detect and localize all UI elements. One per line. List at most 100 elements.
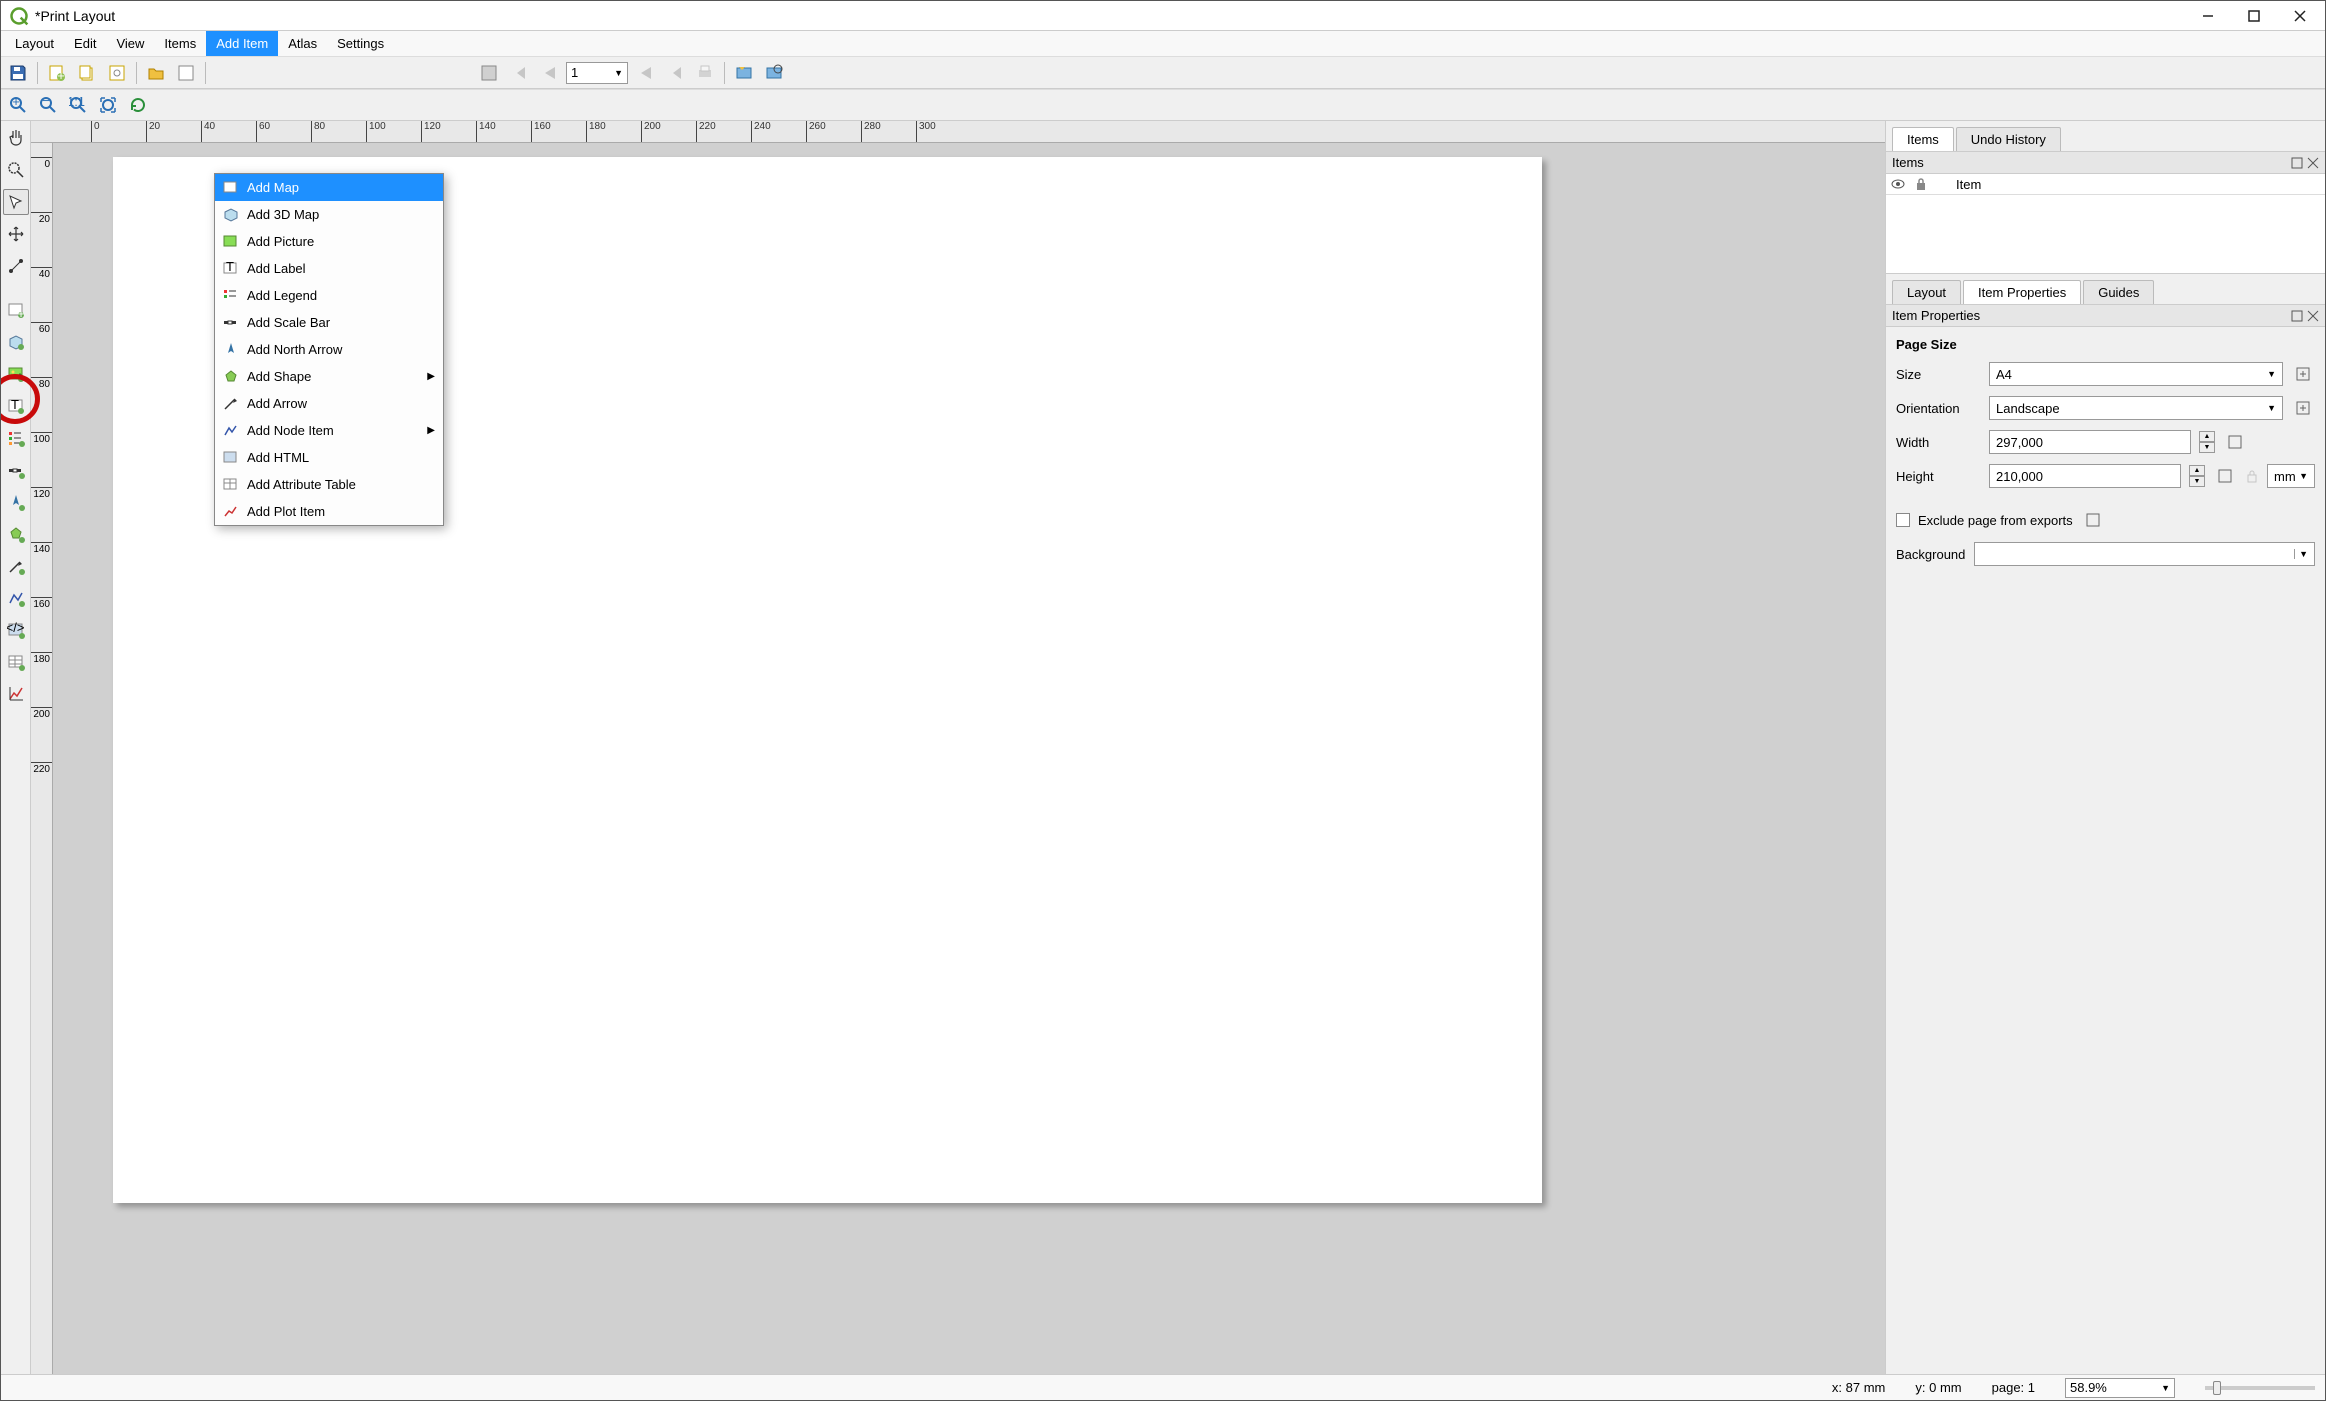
menu-add-shape[interactable]: Add Shape▶ (215, 363, 443, 390)
new-layout-button[interactable]: + (44, 60, 70, 86)
background-color-select[interactable]: ▼ (1974, 542, 2315, 566)
zoom-full-button[interactable] (95, 92, 121, 118)
add-north-arrow-tool[interactable] (3, 489, 29, 515)
orientation-select[interactable]: Landscape▼ (1989, 396, 2283, 420)
data-defined-orientation[interactable] (2291, 396, 2315, 420)
menu-add-3d-map[interactable]: Add 3D Map (215, 201, 443, 228)
add-scalebar-tool[interactable] (3, 457, 29, 483)
width-input[interactable] (1989, 430, 2191, 454)
first-feature-button[interactable] (506, 60, 532, 86)
menu-add-legend[interactable]: Add Legend (215, 282, 443, 309)
svg-text:+: + (12, 96, 20, 109)
refresh-button[interactable] (125, 92, 151, 118)
menu-layout[interactable]: Layout (5, 31, 64, 56)
layout-manager-button[interactable] (104, 60, 130, 86)
right-panel: Items Undo History Items Item Layout (1885, 121, 2325, 1374)
move-content-tool[interactable] (3, 221, 29, 247)
visibility-icon (1890, 176, 1906, 192)
maximize-button[interactable] (2231, 1, 2277, 31)
add-node-item-tool[interactable] (3, 585, 29, 611)
close-panel-icon[interactable] (2307, 310, 2319, 322)
tab-items[interactable]: Items (1892, 127, 1954, 151)
menu-add-picture[interactable]: Add Picture (215, 228, 443, 255)
open-button[interactable] (143, 60, 169, 86)
zoom-tool[interactable] (3, 157, 29, 183)
save-button[interactable] (5, 60, 31, 86)
save-as-template-button[interactable] (173, 60, 199, 86)
panel-controls-2[interactable] (2291, 310, 2319, 322)
undock-icon[interactable] (2291, 310, 2303, 322)
add-plot-tool[interactable] (3, 681, 29, 707)
menu-view[interactable]: View (106, 31, 154, 56)
zoom-out-button[interactable]: − (35, 92, 61, 118)
edit-nodes-tool[interactable] (3, 253, 29, 279)
pan-tool[interactable] (3, 125, 29, 151)
menu-items[interactable]: Items (154, 31, 206, 56)
atlas-page-combo[interactable]: 1▼ (566, 62, 628, 84)
menu-add-plot-item[interactable]: Add Plot Item (215, 498, 443, 525)
menu-add-attribute-table[interactable]: Add Attribute Table (215, 471, 443, 498)
atlas-settings-button[interactable] (731, 60, 757, 86)
undock-icon[interactable] (2291, 157, 2303, 169)
exclude-checkbox[interactable] (1896, 513, 1910, 527)
panel-controls[interactable] (2291, 157, 2319, 169)
menu-add-html[interactable]: Add HTML (215, 444, 443, 471)
last-feature-button[interactable] (662, 60, 688, 86)
lock-aspect-icon[interactable] (2245, 469, 2259, 483)
menu-add-arrow[interactable]: Add Arrow (215, 390, 443, 417)
menu-edit[interactable]: Edit (64, 31, 106, 56)
data-defined-size[interactable] (2291, 362, 2315, 386)
next-feature-button[interactable] (632, 60, 658, 86)
data-defined-width[interactable] (2223, 430, 2247, 454)
size-select[interactable]: A4▼ (1989, 362, 2283, 386)
data-defined-height[interactable] (2213, 464, 2237, 488)
unit-select[interactable]: mm▼ (2267, 464, 2315, 488)
zoom-in-button[interactable]: + (5, 92, 31, 118)
menu-add-node-item[interactable]: Add Node Item▶ (215, 417, 443, 444)
atlas-export-button[interactable] (761, 60, 787, 86)
menu-add-north-arrow[interactable]: Add North Arrow (215, 336, 443, 363)
items-panel-tabs: Items Undo History (1886, 127, 2325, 152)
prev-feature-button[interactable] (536, 60, 562, 86)
duplicate-layout-button[interactable] (74, 60, 100, 86)
menu-add-item[interactable]: Add Item (206, 31, 278, 56)
add-picture-tool[interactable] (3, 361, 29, 387)
tab-item-properties[interactable]: Item Properties (1963, 280, 2081, 304)
add-shape-tool[interactable] (3, 521, 29, 547)
add-table-tool[interactable] (3, 649, 29, 675)
select-tool[interactable] (3, 189, 29, 215)
menu-settings[interactable]: Settings (327, 31, 394, 56)
item-properties-body: Page Size Size A4▼ Orientation Landscape… (1886, 327, 2325, 1374)
ruler-vertical: 020406080100120140160180200220 (31, 143, 53, 1374)
zoom-combo[interactable]: 58.9%▼ (2065, 1378, 2175, 1398)
minimize-button[interactable] (2185, 1, 2231, 31)
close-button[interactable] (2277, 1, 2323, 31)
add-3dmap-tool[interactable] (3, 329, 29, 355)
atlas-preview-button[interactable] (476, 60, 502, 86)
add-item-dropdown: Add Map Add 3D Map Add Picture TAdd Labe… (214, 173, 444, 526)
add-label-tool[interactable]: T (3, 393, 29, 419)
close-panel-icon[interactable] (2307, 157, 2319, 169)
add-arrow-tool[interactable] (3, 553, 29, 579)
tab-layout[interactable]: Layout (1892, 280, 1961, 304)
zoom-slider[interactable] (2205, 1386, 2315, 1390)
zoom-actual-button[interactable]: 1:1 (65, 92, 91, 118)
add-legend-tool[interactable] (3, 425, 29, 451)
submenu-arrow-icon: ▶ (427, 371, 435, 382)
items-list[interactable]: Item (1886, 174, 2325, 274)
add-map-tool[interactable]: + (3, 297, 29, 323)
height-input[interactable] (1989, 464, 2181, 488)
north-arrow-icon (223, 342, 239, 358)
menu-add-map[interactable]: Add Map (215, 174, 443, 201)
print-button[interactable] (692, 60, 718, 86)
menu-atlas[interactable]: Atlas (278, 31, 327, 56)
scalebar-icon (223, 315, 239, 331)
data-defined-exclude[interactable] (2081, 508, 2105, 532)
tab-undo-history[interactable]: Undo History (1956, 127, 2061, 151)
menu-add-scale-bar[interactable]: Add Scale Bar (215, 309, 443, 336)
add-html-tool[interactable]: </> (3, 617, 29, 643)
menu-add-label[interactable]: TAdd Label (215, 255, 443, 282)
tab-guides[interactable]: Guides (2083, 280, 2154, 304)
width-spinner[interactable]: ▲▼ (2199, 431, 2215, 453)
height-spinner[interactable]: ▲▼ (2189, 465, 2205, 487)
